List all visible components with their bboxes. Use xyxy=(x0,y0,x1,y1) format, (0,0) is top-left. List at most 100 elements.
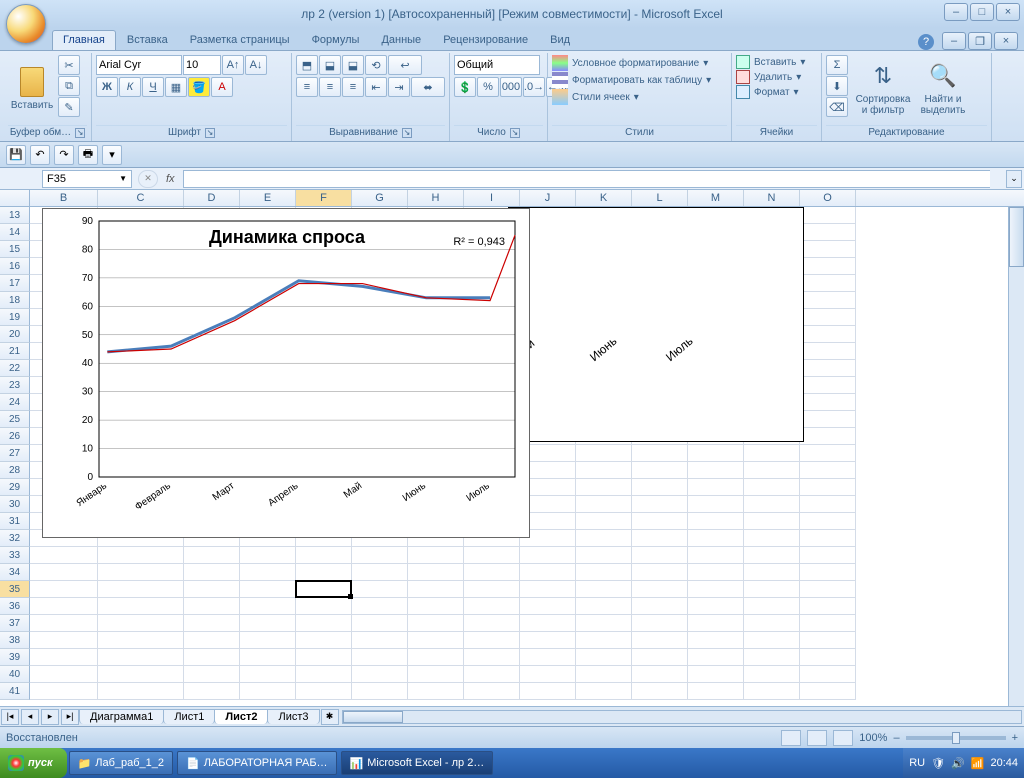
sheet-tab-Лист2[interactable]: Лист2 xyxy=(214,709,268,724)
cell[interactable] xyxy=(352,547,408,564)
cell[interactable] xyxy=(688,496,744,513)
format-as-table-button[interactable]: Форматировать как таблицу ▾ xyxy=(552,72,711,88)
cell[interactable] xyxy=(240,615,296,632)
cell[interactable] xyxy=(632,666,688,683)
minimize-button[interactable]: – xyxy=(944,3,968,21)
cell[interactable] xyxy=(576,530,632,547)
row-header-17[interactable]: 17 xyxy=(0,275,30,292)
sheet-tab-Лист3[interactable]: Лист3 xyxy=(267,709,319,724)
col-header-O[interactable]: O xyxy=(800,190,856,206)
cell[interactable] xyxy=(520,598,576,615)
font-name-combo[interactable] xyxy=(96,55,182,75)
cell[interactable] xyxy=(520,615,576,632)
cell[interactable] xyxy=(464,547,520,564)
cell[interactable] xyxy=(352,683,408,700)
col-header-D[interactable]: D xyxy=(184,190,240,206)
cell[interactable] xyxy=(464,632,520,649)
autosum-button[interactable]: Σ xyxy=(826,55,848,75)
copy-button[interactable]: ⧉ xyxy=(58,76,80,96)
increase-decimal-button[interactable]: .0→ xyxy=(523,77,545,97)
cell[interactable] xyxy=(408,547,464,564)
cell[interactable] xyxy=(632,632,688,649)
percent-button[interactable]: % xyxy=(477,77,499,97)
row-header-24[interactable]: 24 xyxy=(0,394,30,411)
clear-button[interactable]: ⌫ xyxy=(826,97,848,117)
bold-button[interactable]: Ж xyxy=(96,77,118,97)
align-dialog-icon[interactable]: ↘ xyxy=(402,128,412,138)
fx-icon[interactable]: fx xyxy=(158,173,183,185)
cell[interactable] xyxy=(800,275,856,292)
cell[interactable] xyxy=(800,258,856,275)
cell[interactable] xyxy=(464,666,520,683)
align-center-button[interactable]: ≡ xyxy=(319,77,341,97)
cell[interactable] xyxy=(464,649,520,666)
cell[interactable] xyxy=(688,649,744,666)
cell[interactable] xyxy=(800,581,856,598)
cell[interactable] xyxy=(296,564,352,581)
cell[interactable] xyxy=(744,547,800,564)
row-header-40[interactable]: 40 xyxy=(0,666,30,683)
cell[interactable] xyxy=(800,513,856,530)
cell[interactable] xyxy=(744,513,800,530)
row-header-16[interactable]: 16 xyxy=(0,258,30,275)
cell[interactable] xyxy=(800,496,856,513)
tab-Главная[interactable]: Главная xyxy=(52,30,116,50)
row-header-20[interactable]: 20 xyxy=(0,326,30,343)
zoom-out-button[interactable]: – xyxy=(893,732,899,744)
decrease-indent-button[interactable]: ⇤ xyxy=(365,77,387,97)
cell[interactable] xyxy=(408,598,464,615)
cell-styles-button[interactable]: Стили ячеек ▾ xyxy=(552,89,639,105)
cell[interactable] xyxy=(632,564,688,581)
horizontal-scrollbar[interactable] xyxy=(342,710,1023,724)
cell[interactable] xyxy=(576,496,632,513)
cell[interactable] xyxy=(744,496,800,513)
zoom-in-button[interactable]: + xyxy=(1012,732,1018,744)
cell[interactable] xyxy=(352,564,408,581)
cell[interactable] xyxy=(744,683,800,700)
cell[interactable] xyxy=(408,615,464,632)
cell[interactable] xyxy=(464,598,520,615)
cell[interactable] xyxy=(296,615,352,632)
cell[interactable] xyxy=(184,615,240,632)
cell[interactable] xyxy=(408,632,464,649)
cell[interactable] xyxy=(800,530,856,547)
row-header-30[interactable]: 30 xyxy=(0,496,30,513)
cell[interactable] xyxy=(632,581,688,598)
cell[interactable] xyxy=(520,564,576,581)
row-header-18[interactable]: 18 xyxy=(0,292,30,309)
cell[interactable] xyxy=(30,598,98,615)
cell[interactable] xyxy=(98,666,184,683)
sheet-tab-Диаграмма1[interactable]: Диаграмма1 xyxy=(79,709,164,724)
cell[interactable] xyxy=(576,547,632,564)
cell[interactable] xyxy=(744,564,800,581)
name-box[interactable]: F35▼ xyxy=(42,170,132,188)
cell[interactable] xyxy=(800,479,856,496)
cell[interactable] xyxy=(632,598,688,615)
align-right-button[interactable]: ≡ xyxy=(342,77,364,97)
cell[interactable] xyxy=(30,581,98,598)
cell[interactable] xyxy=(800,683,856,700)
cell[interactable] xyxy=(352,649,408,666)
cell[interactable] xyxy=(98,547,184,564)
cell[interactable] xyxy=(576,683,632,700)
cell[interactable] xyxy=(688,666,744,683)
row-header-22[interactable]: 22 xyxy=(0,360,30,377)
increase-indent-button[interactable]: ⇥ xyxy=(388,77,410,97)
cell[interactable] xyxy=(576,649,632,666)
cell[interactable] xyxy=(800,224,856,241)
cell[interactable] xyxy=(744,632,800,649)
col-header-K[interactable]: K xyxy=(576,190,632,206)
cell[interactable] xyxy=(688,581,744,598)
align-middle-button[interactable]: ⬓ xyxy=(319,55,341,75)
row-header-23[interactable]: 23 xyxy=(0,377,30,394)
sheet-tab-Лист1[interactable]: Лист1 xyxy=(163,709,215,724)
cell[interactable] xyxy=(744,462,800,479)
cell[interactable] xyxy=(408,666,464,683)
cell[interactable] xyxy=(352,581,408,598)
tab-nav-last[interactable]: ▸| xyxy=(61,709,79,725)
cell[interactable] xyxy=(800,598,856,615)
fx-cancel-icon[interactable]: ✕ xyxy=(138,170,158,188)
cell[interactable] xyxy=(744,530,800,547)
row-header-29[interactable]: 29 xyxy=(0,479,30,496)
cell[interactable] xyxy=(800,632,856,649)
